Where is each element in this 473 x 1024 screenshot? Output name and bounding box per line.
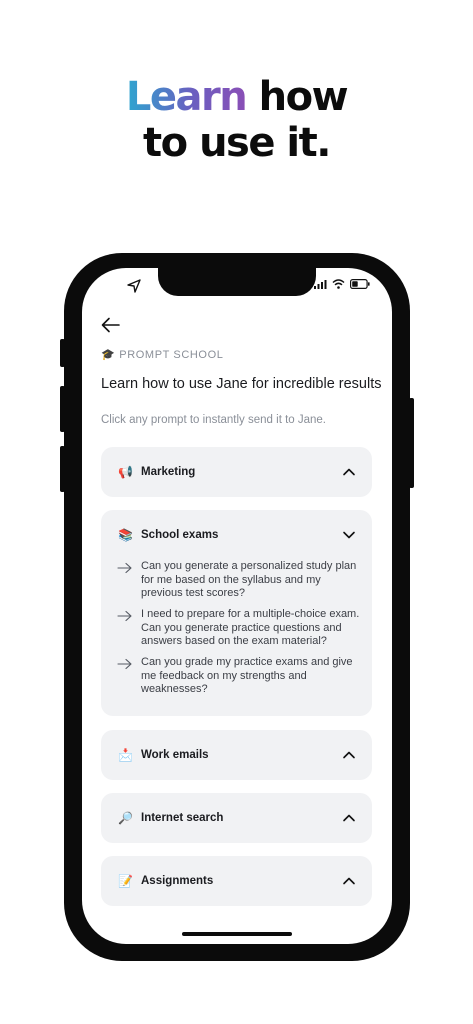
arrow-right-icon xyxy=(117,562,132,574)
section-label: PROMPT SCHOOL xyxy=(119,348,224,361)
chevron-up-icon[interactable] xyxy=(342,465,356,479)
hero-line-1: Learn how xyxy=(0,74,473,120)
prompt-item[interactable]: I need to prepare for a multiple-choice … xyxy=(117,608,362,649)
megaphone-icon: 📢 xyxy=(118,465,133,479)
hero-highlight: Learn xyxy=(125,74,248,120)
hero-line-1-rest: how xyxy=(246,74,349,120)
hero-headline: Learn how to use it. xyxy=(0,74,473,166)
home-indicator[interactable] xyxy=(182,932,292,936)
chevron-up-icon[interactable] xyxy=(342,748,356,762)
category-card-internet-search[interactable]: 🔎 Internet search xyxy=(101,793,372,843)
category-card-school-exams[interactable]: 📚 School exams Can you generate a person… xyxy=(101,510,372,716)
phone-volume-down xyxy=(60,446,65,492)
location-arrow-icon xyxy=(127,279,141,293)
prompt-text: I need to prepare for a multiple-choice … xyxy=(141,608,360,648)
status-icons xyxy=(314,279,370,289)
arrow-right-icon xyxy=(117,658,132,670)
memo-icon: 📝 xyxy=(118,874,133,888)
page-title: Learn how to use Jane for incredible res… xyxy=(101,376,382,392)
phone-notch xyxy=(158,268,316,296)
wifi-icon xyxy=(332,279,345,289)
section-tag: 🎓 PROMPT SCHOOL xyxy=(101,348,224,362)
chevron-up-icon[interactable] xyxy=(342,811,356,825)
category-card-assignments[interactable]: 📝 Assignments xyxy=(101,856,372,906)
category-header[interactable]: 🔎 Internet search xyxy=(101,793,372,843)
category-label: Internet search xyxy=(141,812,224,824)
prompt-item[interactable]: Can you grade my practice exams and give… xyxy=(117,656,362,697)
category-header[interactable]: 📝 Assignments xyxy=(101,856,372,906)
phone-volume-up xyxy=(60,386,65,432)
category-header[interactable]: 📢 Marketing xyxy=(101,447,372,497)
page-subtitle: Click any prompt to instantly send it to… xyxy=(101,414,326,426)
envelope-icon: 📩 xyxy=(118,748,133,762)
hero-line-2: to use it. xyxy=(143,120,331,166)
category-label: Assignments xyxy=(141,875,214,887)
phone-power-button xyxy=(409,398,414,488)
arrow-left-icon[interactable] xyxy=(100,314,122,336)
phone-mute-switch xyxy=(60,339,65,367)
cellular-signal-icon xyxy=(314,279,327,289)
chevron-up-icon[interactable] xyxy=(342,874,356,888)
category-header[interactable]: 📚 School exams xyxy=(101,510,372,560)
category-label: Work emails xyxy=(141,749,209,761)
battery-icon xyxy=(350,279,370,289)
category-card-marketing[interactable]: 📢 Marketing xyxy=(101,447,372,497)
prompt-text: Can you generate a personalized study pl… xyxy=(141,560,357,600)
category-label: School exams xyxy=(141,529,219,541)
prompt-item[interactable]: Can you generate a personalized study pl… xyxy=(117,560,362,601)
chevron-down-icon[interactable] xyxy=(342,528,356,542)
prompt-text: Can you grade my practice exams and give… xyxy=(141,656,353,696)
magnifier-icon: 🔎 xyxy=(118,811,133,825)
phone-screen: 🎓 PROMPT SCHOOL Learn how to use Jane fo… xyxy=(82,268,392,944)
category-label: Marketing xyxy=(141,466,196,478)
graduation-cap-icon: 🎓 xyxy=(101,349,116,361)
books-icon: 📚 xyxy=(118,528,133,542)
category-header[interactable]: 📩 Work emails xyxy=(101,730,372,780)
arrow-right-icon xyxy=(117,610,132,622)
category-card-work-emails[interactable]: 📩 Work emails xyxy=(101,730,372,780)
